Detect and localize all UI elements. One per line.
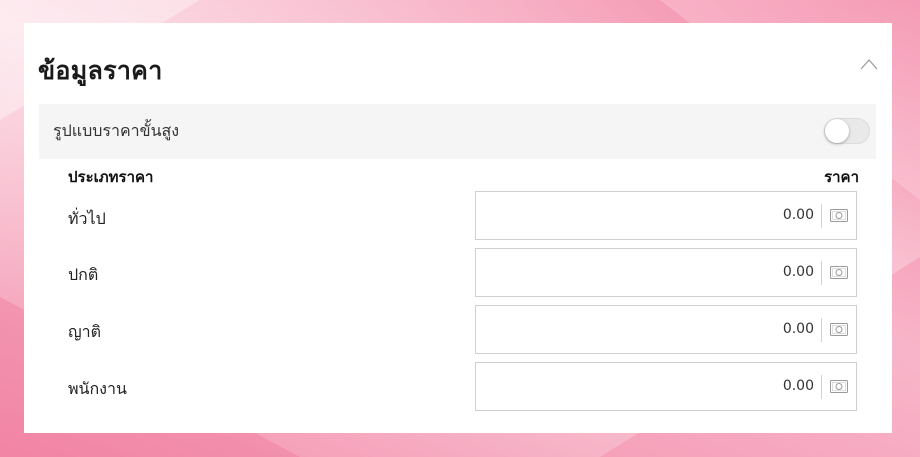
price-type-label-relative: ญาติ [68,322,102,341]
price-input-relative[interactable]: 0.00 [475,305,857,354]
divider [821,318,822,342]
divider [821,375,822,399]
money-icon [830,266,848,279]
chevron-up-icon[interactable] [860,57,878,71]
price-type-label-general: ทั่วไป [68,209,106,228]
column-header-type: ประเภทราคา [68,168,154,186]
price-input-normal[interactable]: 0.00 [475,248,857,297]
section-title: ข้อมูลราคา [38,56,163,85]
price-input-general[interactable]: 0.00 [475,191,857,240]
money-icon [830,209,848,222]
price-value: 0.00 [782,378,814,394]
price-value: 0.00 [782,321,814,337]
column-header-price: ราคา [824,168,859,186]
money-icon [830,323,848,336]
price-type-label-normal: ปกติ [68,265,99,284]
price-type-label-staff: พนักงาน [68,379,127,398]
divider [821,204,822,228]
advanced-pricing-row: รูปแบบราคาขั้นสูง [39,104,876,159]
money-icon [830,380,848,393]
price-input-staff[interactable]: 0.00 [475,362,857,411]
advanced-pricing-label: รูปแบบราคาขั้นสูง [53,121,180,140]
price-value: 0.00 [782,207,814,223]
price-value: 0.00 [782,264,814,280]
divider [821,261,822,285]
toggle-knob [825,119,849,143]
advanced-pricing-toggle[interactable] [824,118,870,144]
